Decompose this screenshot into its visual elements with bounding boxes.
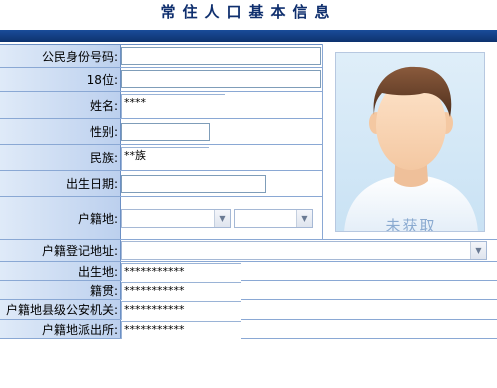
id-number-label: 公民身份号码:	[0, 45, 121, 67]
row-county-police: 户籍地县级公安机关: ***********	[0, 300, 497, 320]
name-field: ****	[121, 94, 225, 118]
household-address-select[interactable]: ▼	[121, 241, 487, 260]
row-police-station: 户籍地派出所: ***********	[0, 320, 497, 339]
native-place-label: 籍贯:	[0, 281, 121, 299]
county-police-field: ***********	[121, 301, 241, 320]
county-police-label: 户籍地县级公安机关:	[0, 300, 121, 319]
native-place-field: ***********	[121, 282, 241, 300]
avatar-silhouette-icon	[344, 66, 478, 231]
household-address-label: 户籍登记地址:	[0, 240, 121, 261]
household-province-select[interactable]: ▼	[121, 209, 231, 228]
ethnicity-field: **族	[121, 147, 209, 170]
photo-cell: 未获取	[322, 44, 497, 240]
ethnicity-label: 民族:	[0, 145, 121, 170]
household-place-label: 户籍地:	[0, 197, 121, 239]
gender-label: 性别:	[0, 119, 121, 144]
id-number-input[interactable]	[121, 47, 321, 65]
photo-caption: 未获取	[385, 217, 437, 232]
header-bar	[0, 30, 497, 42]
household-city-select[interactable]: ▼	[234, 209, 313, 228]
row-household-address: 户籍登记地址: ▼	[0, 240, 497, 262]
id18-label: 18位:	[0, 68, 121, 91]
name-label: 姓名:	[0, 92, 121, 118]
birth-date-input[interactable]	[121, 175, 266, 193]
row-birthplace: 出生地: ***********	[0, 262, 497, 281]
chevron-down-icon: ▼	[296, 210, 312, 227]
gender-input[interactable]	[121, 123, 210, 141]
page-title: 常住人口基本信息	[160, 3, 337, 21]
row-native-place: 籍贯: ***********	[0, 281, 497, 300]
chevron-down-icon: ▼	[214, 210, 230, 227]
birthplace-field: ***********	[121, 263, 241, 281]
chevron-down-icon: ▼	[470, 242, 486, 259]
id18-input[interactable]	[121, 70, 321, 88]
police-station-label: 户籍地派出所:	[0, 320, 121, 338]
person-photo: 未获取	[335, 52, 485, 232]
birthplace-label: 出生地:	[0, 262, 121, 280]
police-station-field: ***********	[121, 321, 241, 339]
birth-date-label: 出生日期:	[0, 171, 121, 196]
